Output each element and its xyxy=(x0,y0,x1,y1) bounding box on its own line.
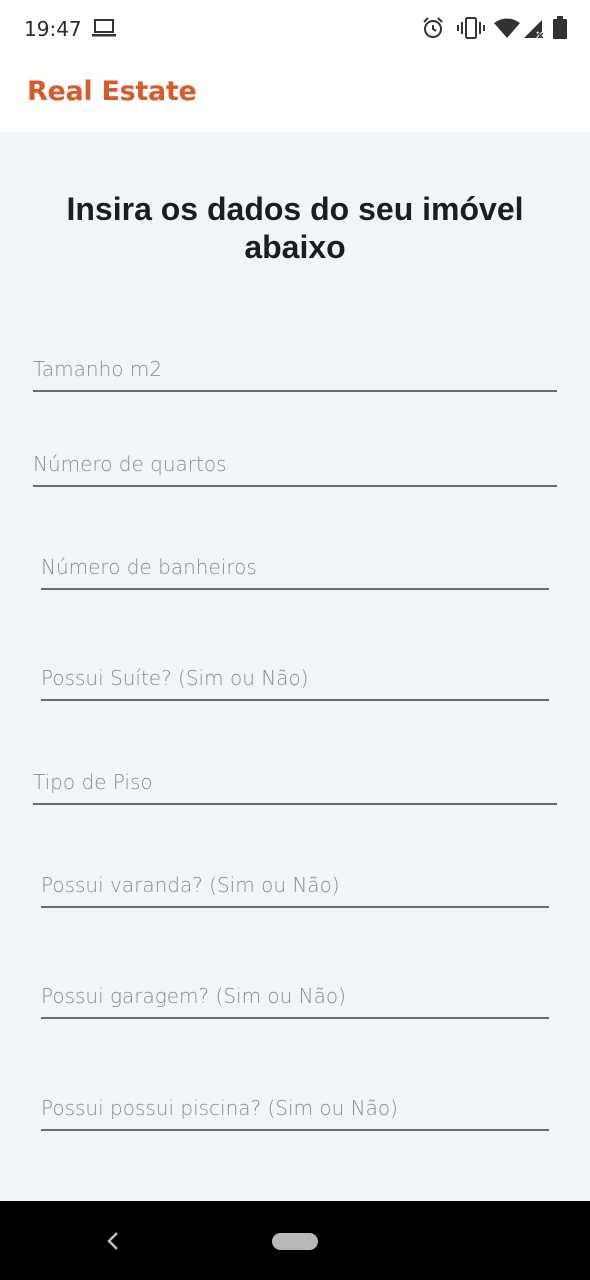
bedrooms-input[interactable] xyxy=(33,445,557,483)
status-bar: 19:47 xyxy=(0,0,590,58)
wifi-icon xyxy=(494,18,520,43)
floor-type-input[interactable] xyxy=(33,763,557,801)
pool-input[interactable] xyxy=(41,1089,549,1127)
balcony-input[interactable] xyxy=(41,866,549,904)
bathrooms-field[interactable] xyxy=(41,548,549,590)
navigation-bar xyxy=(0,1201,590,1280)
garage-input[interactable] xyxy=(41,977,549,1015)
app-bar: Real Estate xyxy=(0,58,590,132)
app-title: Real Estate xyxy=(27,76,197,107)
pool-field[interactable] xyxy=(41,1089,549,1131)
bedrooms-field[interactable] xyxy=(33,445,557,487)
home-button[interactable] xyxy=(272,1233,318,1250)
laptop-icon xyxy=(92,18,116,43)
page-title: Insira os dados do seu imóvel abaixo xyxy=(66,191,524,265)
vibrate-icon xyxy=(457,17,485,44)
back-icon[interactable] xyxy=(106,1231,120,1256)
alarm-icon xyxy=(421,16,445,45)
suite-input[interactable] xyxy=(41,659,549,697)
garage-field[interactable] xyxy=(41,977,549,1019)
floor-type-field[interactable] xyxy=(33,763,557,805)
balcony-field[interactable] xyxy=(41,866,549,908)
bathrooms-input[interactable] xyxy=(41,548,549,586)
area-input[interactable] xyxy=(33,350,557,388)
signal-icon xyxy=(524,18,546,45)
status-time: 19:47 xyxy=(24,17,82,41)
suite-field[interactable] xyxy=(41,659,549,701)
battery-icon xyxy=(553,16,567,45)
area-field[interactable] xyxy=(33,350,557,392)
